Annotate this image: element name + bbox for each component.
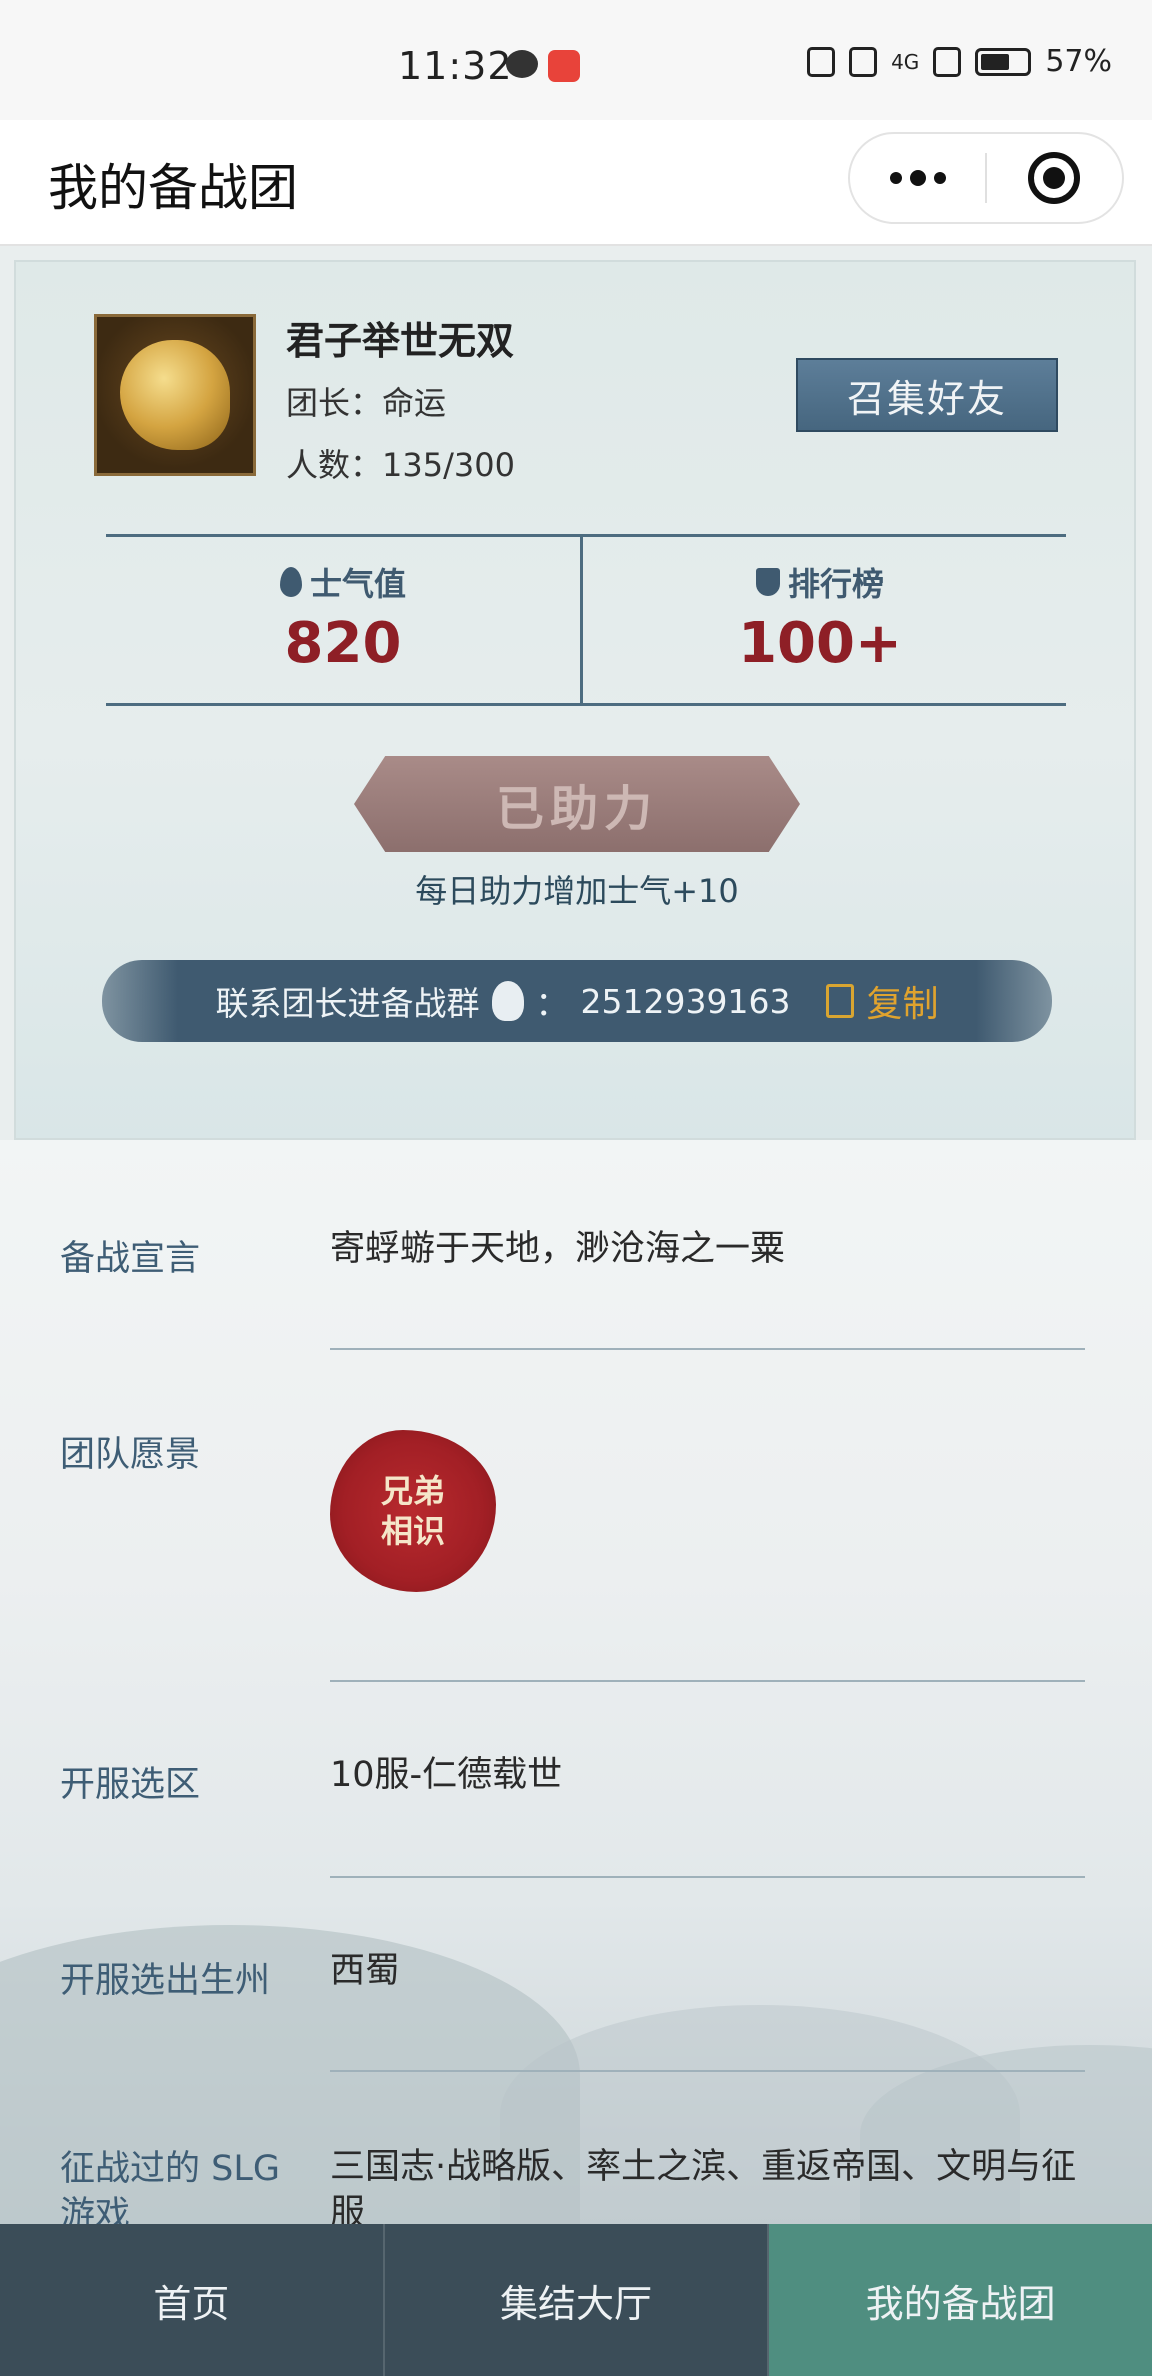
slg-label: 征战过的 SLG 游戏 <box>60 2149 280 2225</box>
team-emblem <box>94 314 256 476</box>
bluetooth-icon <box>849 46 878 77</box>
slg-value: 三国志·战略版、率土之滨、重返帝国、文明与征服 <box>330 2147 1077 2225</box>
morale-stat: 士气值 820 <box>106 559 580 676</box>
more-button[interactable] <box>850 134 985 222</box>
nfc-icon <box>807 46 836 77</box>
row-divider <box>330 2070 1085 2072</box>
vision-seal-line2: 相识 <box>380 1512 445 1550</box>
stats-panel: 士气值 820 排行榜 100+ <box>106 534 1066 706</box>
target-icon <box>1028 152 1081 204</box>
gather-friends-button[interactable]: 召集好友 <box>796 358 1058 432</box>
team-name: 君子举世无双 <box>286 319 515 363</box>
team-details: 备战宣言 寄蜉蝣于天地，渺沧海之一粟 团队愿景 兄弟 相识 开服选区 10服-仁… <box>0 1140 1152 2225</box>
copy-icon[interactable] <box>826 984 855 1018</box>
assist-tip: 每日助力增加士气+10 <box>415 872 739 910</box>
flame-icon <box>279 567 302 597</box>
tab-my-team[interactable]: 我的备战团 <box>769 2224 1152 2376</box>
nav-bar: 我的备战团 <box>0 120 1152 246</box>
tiger-head-icon <box>120 340 230 450</box>
chat-notification-icon <box>506 50 538 78</box>
row-divider <box>330 1348 1085 1350</box>
contact-group-bar: 联系团长进备战群 ： 2512939163 复制 <box>102 960 1052 1042</box>
birth-state-label: 开服选出生州 <box>60 1961 271 2001</box>
server-label: 开服选区 <box>60 1765 201 1805</box>
contact-group-text: 联系团长进备战群 <box>215 984 480 1023</box>
morale-label: 士气值 <box>309 565 406 603</box>
contact-separator: ： <box>535 984 569 1023</box>
close-miniprogram-button[interactable] <box>987 134 1122 222</box>
app-notification-icon <box>548 50 580 82</box>
vision-seal-line1: 兄弟 <box>380 1472 445 1510</box>
row-divider <box>330 1680 1085 1682</box>
declaration-label: 备战宣言 <box>60 1239 201 1279</box>
morale-value: 820 <box>284 611 402 676</box>
qq-icon <box>491 981 524 1021</box>
shield-icon <box>755 568 780 596</box>
birth-state-value: 西蜀 <box>330 1951 401 1991</box>
vision-seal: 兄弟 相识 <box>330 1430 496 1592</box>
dot-icon <box>889 172 902 184</box>
declaration-value: 寄蜉蝣于天地，渺沧海之一粟 <box>330 1229 786 1269</box>
status-bar: 11:32 4G 57% <box>0 0 1152 120</box>
server-value: 10服-仁德载世 <box>330 1755 563 1795</box>
bottom-tab-bar: 首页 集结大厅 我的备战团 <box>0 2224 1152 2376</box>
tab-assembly-hall[interactable]: 集结大厅 <box>384 2224 770 2376</box>
ranking-value: 100+ <box>738 611 902 676</box>
ranking-label: 排行榜 <box>787 565 884 603</box>
dot-icon <box>909 170 926 186</box>
vision-label: 团队愿景 <box>60 1435 201 1475</box>
team-card: 君子举世无双 团长：命运 人数：135/300 召集好友 士气值 820 排行榜… <box>14 260 1136 1140</box>
signal-label: 4G <box>891 49 920 74</box>
battery-icon <box>975 47 1032 76</box>
status-time: 11:32 <box>398 44 513 88</box>
row-divider <box>330 1876 1085 1878</box>
battery-percent: 57% <box>1045 44 1112 79</box>
tab-home[interactable]: 首页 <box>0 2224 385 2376</box>
page-title: 我的备战团 <box>48 159 298 217</box>
team-member-count: 人数：135/300 <box>286 446 515 484</box>
assist-button[interactable]: 已助力 <box>354 756 800 852</box>
dot-icon <box>933 172 946 184</box>
copy-button[interactable]: 复制 <box>866 975 938 1027</box>
ranking-stat[interactable]: 排行榜 100+ <box>583 559 1057 676</box>
signal-icon <box>933 46 962 77</box>
status-icons: 4G 57% <box>807 44 1112 79</box>
team-leader: 团长：命运 <box>286 384 447 422</box>
qq-number: 2512939163 <box>580 981 791 1021</box>
miniprogram-capsule <box>848 132 1124 224</box>
